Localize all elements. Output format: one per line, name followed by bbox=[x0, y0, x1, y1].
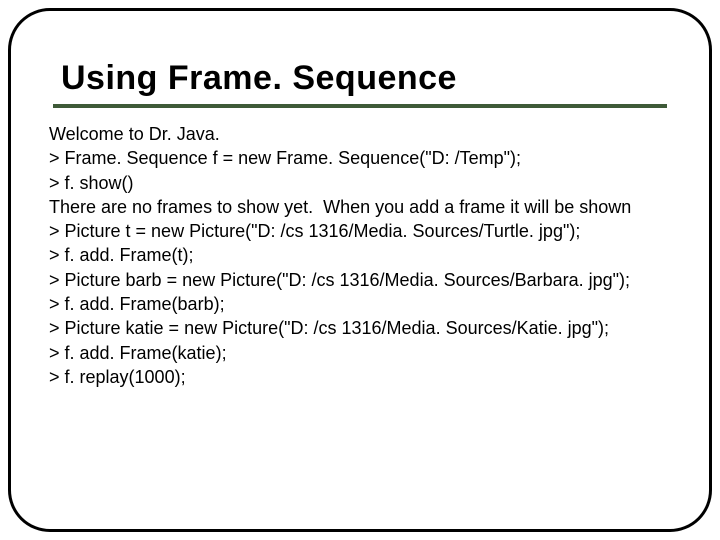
code-body: Welcome to Dr. Java. > Frame. Sequence f… bbox=[49, 122, 673, 389]
code-line: > f. replay(1000); bbox=[49, 365, 673, 389]
code-line: > f. add. Frame(t); bbox=[49, 243, 673, 267]
code-line: > Frame. Sequence f = new Frame. Sequenc… bbox=[49, 146, 673, 170]
code-line: > f. add. Frame(katie); bbox=[49, 341, 673, 365]
title-rule bbox=[53, 104, 667, 108]
slide-frame: Using Frame. Sequence Welcome to Dr. Jav… bbox=[8, 8, 712, 532]
code-line: Welcome to Dr. Java. bbox=[49, 122, 673, 146]
slide-title: Using Frame. Sequence bbox=[61, 59, 673, 98]
code-line: > f. show() bbox=[49, 171, 673, 195]
slide: Using Frame. Sequence Welcome to Dr. Jav… bbox=[0, 0, 720, 540]
code-line: > Picture katie = new Picture("D: /cs 13… bbox=[49, 316, 673, 340]
code-line: > Picture t = new Picture("D: /cs 1316/M… bbox=[49, 219, 673, 243]
code-line: > Picture barb = new Picture("D: /cs 131… bbox=[49, 268, 673, 292]
code-line: > f. add. Frame(barb); bbox=[49, 292, 673, 316]
code-line: There are no frames to show yet. When yo… bbox=[49, 195, 673, 219]
